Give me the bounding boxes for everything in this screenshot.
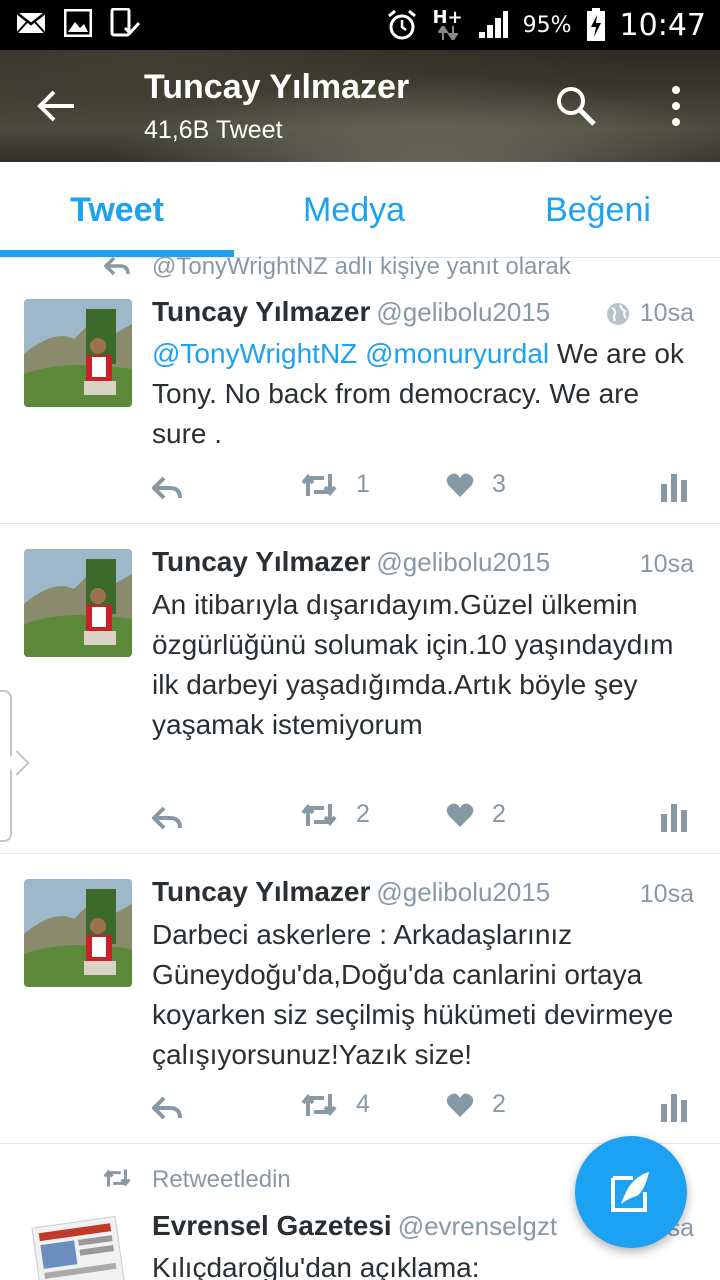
like-button[interactable]: 2 — [446, 1090, 506, 1119]
tweet-text: Darbeci askerlere : Arkadaşlarınız Güney… — [152, 919, 674, 1070]
heart-icon — [446, 803, 474, 827]
back-arrow-icon[interactable] — [34, 84, 78, 128]
tweet-handle: @gelibolu2015 — [376, 297, 551, 327]
tweet-text: Kılıçdaroğlu'dan açıklama: — [152, 1252, 480, 1280]
analytics-icon[interactable] — [660, 472, 688, 502]
compose-feather-icon — [611, 1172, 649, 1212]
avatar[interactable] — [24, 879, 132, 987]
tweet-timestamp: 10sa — [606, 299, 694, 328]
tweet-handle: @gelibolu2015 — [376, 877, 551, 907]
retweet-icon — [103, 1169, 131, 1187]
like-button[interactable]: 3 — [446, 470, 506, 499]
retweet-button[interactable]: 4 — [300, 1090, 370, 1119]
tweet-timestamp: 10sa — [639, 880, 694, 908]
network-type: H+ — [432, 9, 463, 40]
retweet-icon — [301, 1093, 337, 1116]
tweet-actions: 1 3 — [0, 470, 720, 510]
reply-icon[interactable] — [152, 1096, 182, 1120]
reply-icon — [104, 256, 130, 276]
tweet-text: An itibarıyla dışarıdayım.Güzel ülkemin … — [152, 589, 674, 740]
tweet-text: @TonyWrightNZ @monuryurdal We are ok Ton… — [152, 338, 684, 449]
tweet-mentions[interactable]: @TonyWrightNZ @monuryurdal — [152, 338, 549, 369]
analytics-icon[interactable] — [660, 1092, 688, 1122]
alarm-icon — [388, 9, 417, 40]
avatar[interactable] — [24, 299, 132, 407]
compose-tweet-button[interactable] — [575, 1136, 687, 1248]
tweet-author[interactable]: Tuncay Yılmazer @gelibolu2015 — [152, 876, 550, 908]
image-notification-icon — [64, 9, 92, 37]
reply-icon[interactable] — [152, 476, 182, 500]
mail-notification-icon — [16, 12, 46, 34]
like-button[interactable]: 2 — [446, 800, 506, 829]
profile-name: Tuncay Yılmazer — [144, 68, 410, 106]
clock: 10:47 — [619, 7, 706, 43]
reply-context: @TonyWrightNZ adlı kişiye yanıt olarak — [0, 250, 720, 280]
tweet-author[interactable]: Tuncay Yılmazer @gelibolu2015 — [152, 296, 550, 328]
reply-icon[interactable] — [152, 806, 182, 830]
analytics-icon[interactable] — [660, 802, 688, 832]
heart-icon — [446, 473, 474, 497]
retweet-icon — [301, 473, 337, 496]
device-check-icon — [110, 8, 140, 37]
globe-icon — [606, 302, 629, 325]
retweet-icon — [301, 803, 337, 826]
heart-icon — [446, 1093, 474, 1117]
tweet-item[interactable]: Tuncay Yılmazer @gelibolu2015 10sa An iti… — [0, 524, 720, 854]
search-icon[interactable] — [554, 84, 598, 128]
tweet-count: 41,6B Tweet — [144, 116, 283, 144]
avatar[interactable] — [30, 1214, 126, 1280]
tweet-author[interactable]: Evrensel Gazetesi @evrenselgzt — [152, 1210, 557, 1242]
side-drawer-handle[interactable] — [0, 690, 12, 842]
tab-tweet[interactable]: Tweet — [0, 162, 234, 258]
tweet-author[interactable]: Tuncay Yılmazer @gelibolu2015 — [152, 546, 550, 578]
battery-charging-icon — [586, 8, 605, 41]
more-options-icon[interactable] — [664, 82, 688, 130]
tweet-handle: @gelibolu2015 — [376, 547, 551, 577]
tweet-handle: @evrenselgzt — [397, 1211, 558, 1241]
retweet-button[interactable]: 2 — [300, 800, 370, 829]
signal-icon — [478, 11, 508, 38]
tab-media[interactable]: Medya — [236, 162, 472, 258]
data-arrows-icon — [437, 26, 458, 40]
tweet-actions: 4 2 — [0, 1090, 720, 1130]
battery-percent: 95% — [522, 12, 572, 38]
tweet-timestamp: 10sa — [639, 550, 694, 578]
tab-likes[interactable]: Beğeni — [476, 162, 720, 258]
profile-tabs: Tweet Medya Beğeni — [0, 162, 720, 258]
retweet-button[interactable]: 1 — [300, 470, 370, 499]
status-bar: H+ 95% 10:47 — [0, 0, 720, 50]
tweet-item[interactable]: Tuncay Yılmazer @gelibolu2015 10sa Darbec… — [0, 854, 720, 1144]
tweet-item[interactable]: Tuncay Yılmazer @gelibolu2015 10sa @TonyW… — [0, 282, 720, 524]
profile-header: Tuncay Yılmazer 41,6B Tweet — [0, 50, 720, 162]
tweet-actions: 2 2 — [0, 800, 720, 840]
avatar[interactable] — [24, 549, 132, 657]
